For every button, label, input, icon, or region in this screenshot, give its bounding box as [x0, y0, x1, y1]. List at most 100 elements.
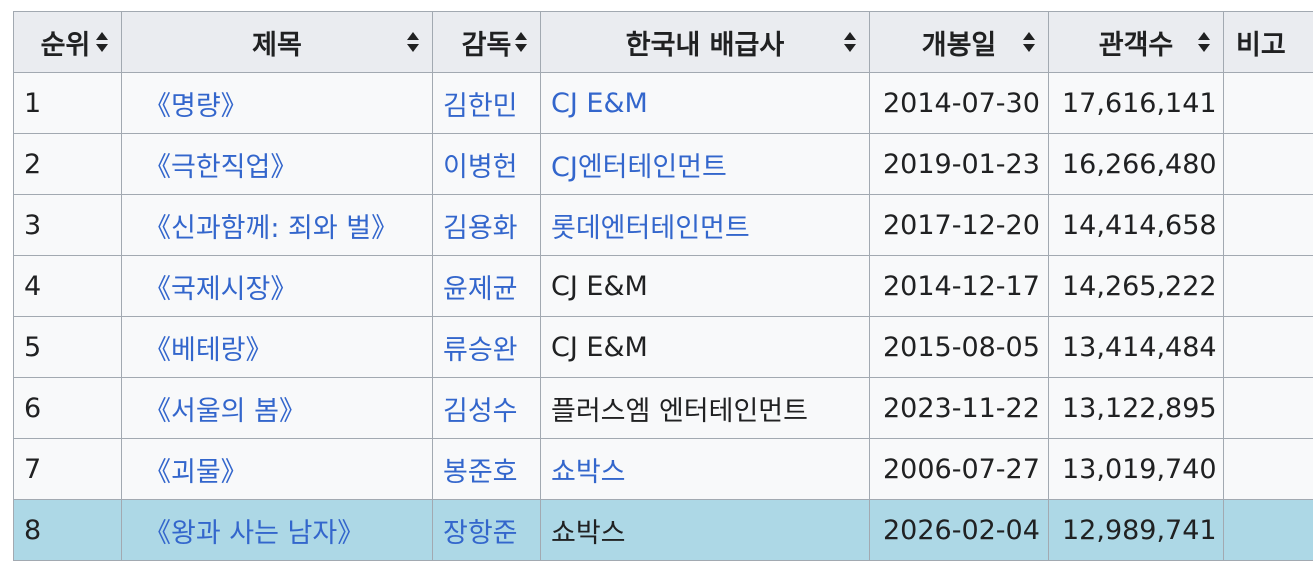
cell-title: 《명량》: [121, 72, 433, 134]
cell-rank: 6: [13, 377, 122, 439]
cell-title: 《신과함께: 죄와 벌》: [121, 194, 433, 256]
column-header-director[interactable]: 감독: [432, 11, 541, 73]
cell-distributor: CJ E&M: [540, 255, 870, 317]
cell-distributor: 롯데엔터테인먼트: [540, 194, 870, 256]
cell-title-link[interactable]: 《왕과 사는 남자》: [144, 518, 364, 549]
table-row: 4 《국제시장》 윤제균 CJ E&M 2014-12-17 14,265,222: [13, 255, 1313, 317]
cell-director-link[interactable]: 윤제균: [443, 274, 518, 305]
cell-distributor-link[interactable]: CJ E&M: [551, 88, 648, 119]
column-header-label: 한국내 배급사: [625, 29, 785, 61]
cell-director-link[interactable]: 김용화: [443, 213, 518, 244]
cell-distributor: CJ엔터테인먼트: [540, 133, 870, 195]
cell-director-link[interactable]: 류승완: [443, 335, 518, 366]
column-header-label: 비고: [1236, 29, 1286, 61]
cell-audience: 12,989,741: [1048, 499, 1224, 561]
cell-note: [1223, 316, 1313, 378]
cell-title-link[interactable]: 《극한직업》: [144, 152, 297, 183]
cell-title-link[interactable]: 《괴물》: [144, 457, 248, 488]
cell-distributor-text: 플러스엠 엔터테인먼트: [551, 395, 808, 427]
cell-audience: 14,265,222: [1048, 255, 1224, 317]
cell-release-date: 2023-11-22: [869, 377, 1049, 439]
column-header-distributor[interactable]: 한국내 배급사: [540, 11, 870, 73]
table-row: 3 《신과함께: 죄와 벌》 김용화 롯데엔터테인먼트 2017-12-20 14,414…: [13, 194, 1313, 256]
column-header-audience[interactable]: 관객수: [1048, 11, 1224, 73]
cell-title: 《서울의 봄》: [121, 377, 433, 439]
cell-note: [1223, 133, 1313, 195]
table-body: 1 《명량》 김한민 CJ E&M 2014-07-30 17,616,141 2 《극한직업…: [13, 72, 1313, 561]
cell-title-link[interactable]: 《베테랑》: [144, 335, 273, 366]
cell-director-link[interactable]: 김성수: [443, 396, 518, 427]
cell-release-date: 2017-12-20: [869, 194, 1049, 256]
cell-title: 《왕과 사는 남자》: [121, 499, 433, 561]
cell-title-link[interactable]: 《서울의 봄》: [144, 396, 306, 427]
table-row: 1 《명량》 김한민 CJ E&M 2014-07-30 17,616,141: [13, 72, 1313, 134]
cell-distributor-link[interactable]: CJ엔터테인먼트: [551, 152, 727, 183]
cell-distributor-text: 쇼박스: [551, 517, 626, 549]
cell-distributor: CJ E&M: [540, 72, 870, 134]
cell-audience: 13,019,740: [1048, 438, 1224, 500]
cell-title: 《베테랑》: [121, 316, 433, 378]
cell-rank: 2: [13, 133, 122, 195]
table-row: 8 《왕과 사는 남자》 장항준 쇼박스 2026-02-04 12,989,741: [13, 499, 1313, 561]
cell-distributor: 쇼박스: [540, 438, 870, 500]
cell-title-link[interactable]: 《신과함께: 죄와 벌》: [144, 213, 398, 244]
cell-distributor: 플러스엠 엔터테인먼트: [540, 377, 870, 439]
cell-director-link[interactable]: 장항준: [443, 518, 518, 549]
cell-director: 김용화: [432, 194, 541, 256]
table-row: 7 《괴물》 봉준호 쇼박스 2006-07-27 13,019,740: [13, 438, 1313, 500]
sort-icon[interactable]: [95, 31, 109, 53]
sort-icon[interactable]: [1197, 31, 1211, 53]
cell-audience: 17,616,141: [1048, 72, 1224, 134]
table-row: 2 《극한직업》 이병헌 CJ엔터테인먼트 2019-01-23 16,266,480: [13, 133, 1313, 195]
column-header-rank[interactable]: 순위: [13, 11, 122, 73]
cell-note: [1223, 438, 1313, 500]
box-office-table: 순위 제목 감독 한국내 배급사 개봉일 관객수 비고 1 《명량》 김한민 C…: [13, 11, 1313, 561]
cell-title-link[interactable]: 《명량》: [144, 91, 248, 122]
cell-distributor: CJ E&M: [540, 316, 870, 378]
cell-release-date: 2014-07-30: [869, 72, 1049, 134]
cell-distributor-text: CJ E&M: [551, 270, 648, 302]
cell-rank: 7: [13, 438, 122, 500]
column-header-title[interactable]: 제목: [121, 11, 433, 73]
cell-note: [1223, 72, 1313, 134]
column-header-release-date[interactable]: 개봉일: [869, 11, 1049, 73]
cell-director: 장항준: [432, 499, 541, 561]
cell-director: 봉준호: [432, 438, 541, 500]
cell-note: [1223, 377, 1313, 439]
cell-director: 김성수: [432, 377, 541, 439]
cell-release-date: 2019-01-23: [869, 133, 1049, 195]
cell-note: [1223, 194, 1313, 256]
sort-icon[interactable]: [406, 31, 420, 53]
cell-director: 윤제균: [432, 255, 541, 317]
cell-title: 《극한직업》: [121, 133, 433, 195]
cell-release-date: 2006-07-27: [869, 438, 1049, 500]
cell-distributor-text: CJ E&M: [551, 331, 648, 363]
cell-release-date: 2014-12-17: [869, 255, 1049, 317]
column-header-label: 제목: [252, 29, 302, 61]
cell-rank: 4: [13, 255, 122, 317]
cell-audience: 13,414,484: [1048, 316, 1224, 378]
cell-director-link[interactable]: 이병헌: [443, 152, 518, 183]
cell-audience: 16,266,480: [1048, 133, 1224, 195]
cell-director-link[interactable]: 김한민: [443, 91, 518, 122]
column-header-label: 개봉일: [921, 29, 997, 61]
column-header-label: 감독: [461, 29, 512, 61]
cell-title: 《괴물》: [121, 438, 433, 500]
cell-distributor-link[interactable]: 롯데엔터테인먼트: [551, 213, 750, 244]
table-row: 5 《베테랑》 류승완 CJ E&M 2015-08-05 13,414,484: [13, 316, 1313, 378]
column-header-note: 비고: [1223, 11, 1313, 73]
column-header-label: 관객수: [1098, 29, 1174, 61]
cell-director: 이병헌: [432, 133, 541, 195]
cell-audience: 13,122,895: [1048, 377, 1224, 439]
sort-icon[interactable]: [514, 31, 528, 53]
cell-release-date: 2015-08-05: [869, 316, 1049, 378]
cell-rank: 1: [13, 72, 122, 134]
sort-icon[interactable]: [1022, 31, 1036, 53]
cell-distributor-link[interactable]: 쇼박스: [551, 457, 626, 488]
table-row: 6 《서울의 봄》 김성수 플러스엠 엔터테인먼트 2023-11-22 13,122,8…: [13, 377, 1313, 439]
cell-note: [1223, 499, 1313, 561]
sort-icon[interactable]: [843, 31, 857, 53]
column-header-label: 순위: [40, 29, 91, 61]
cell-title-link[interactable]: 《국제시장》: [144, 274, 297, 305]
cell-director-link[interactable]: 봉준호: [443, 457, 518, 488]
